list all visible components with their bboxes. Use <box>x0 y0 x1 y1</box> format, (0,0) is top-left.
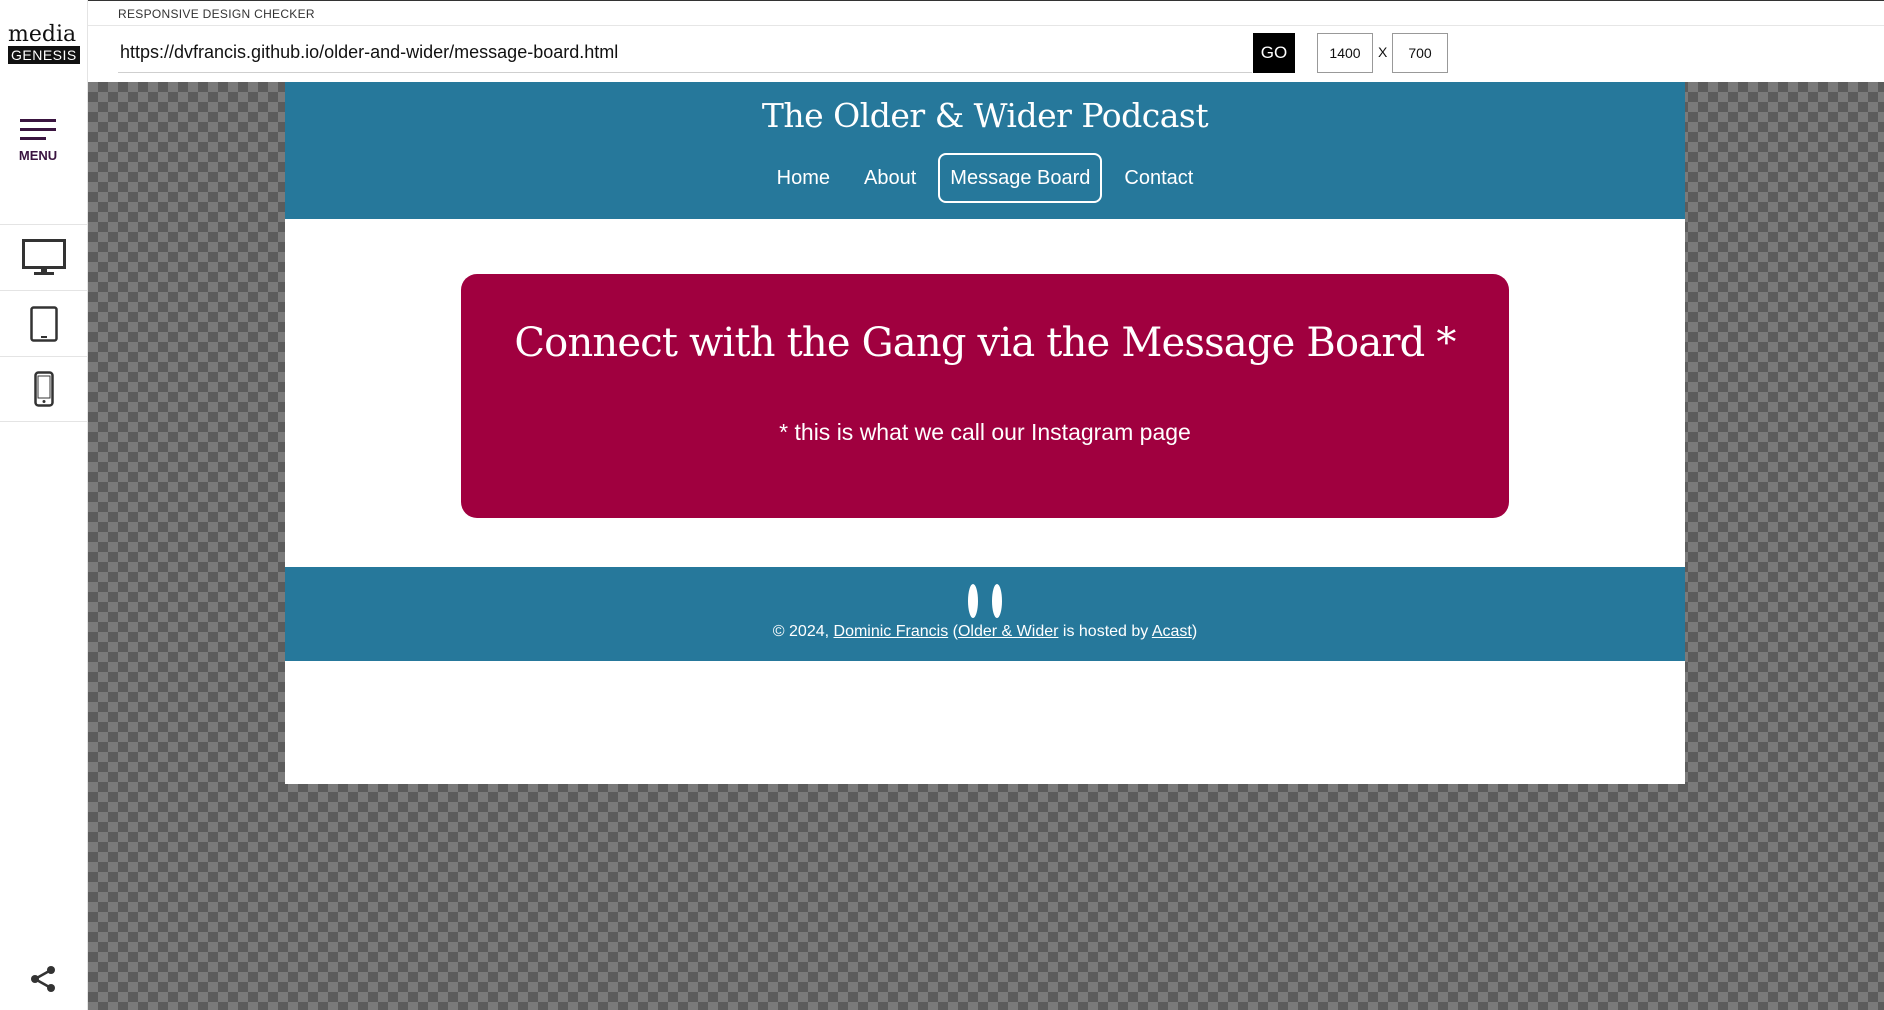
preview-viewport: The Older & Wider Podcast Home About Mes… <box>88 82 1884 1010</box>
toolbar-divider <box>88 25 1884 26</box>
menu-button[interactable]: MENU <box>0 118 76 163</box>
card-subtitle: * this is what we call our Instagram pag… <box>779 419 1191 445</box>
site-preview: The Older & Wider Podcast Home About Mes… <box>285 82 1685 784</box>
footer-open-paren: ( <box>948 623 958 640</box>
footer-text: © 2024, Dominic Francis (Older & Wider i… <box>285 623 1685 641</box>
site-nav: Home About Message Board Contact <box>285 153 1685 203</box>
toolbar: RESPONSIVE DESIGN CHECKER GO X <box>88 0 1884 82</box>
card-title: Connect with the Gang via the Message Bo… <box>514 320 1456 366</box>
site-header: The Older & Wider Podcast Home About Mes… <box>285 82 1685 219</box>
hamburger-icon <box>20 119 56 140</box>
menu-label: MENU <box>18 148 58 163</box>
desktop-icon <box>22 238 66 275</box>
author-link[interactable]: Dominic Francis <box>834 623 949 640</box>
mobile-view-button[interactable] <box>0 356 88 422</box>
dimension-separator: X <box>1378 44 1388 60</box>
desktop-view-button[interactable] <box>0 224 88 290</box>
site-title: The Older & Wider Podcast <box>761 96 1209 135</box>
nav-about[interactable]: About <box>852 153 928 203</box>
host-link[interactable]: Acast <box>1152 623 1192 640</box>
go-button[interactable]: GO <box>1253 33 1295 73</box>
site-footer: © 2024, Dominic Francis (Older & Wider i… <box>285 567 1685 661</box>
podcast-logo-icon <box>968 584 1002 618</box>
mobile-icon <box>34 371 54 407</box>
footer-hosted-text: is hosted by <box>1058 623 1152 640</box>
show-link[interactable]: Older & Wider <box>958 623 1058 640</box>
url-input[interactable] <box>118 33 1252 73</box>
share-button[interactable] <box>28 964 58 999</box>
footer-copyright: © 2024, <box>772 623 834 640</box>
nav-contact[interactable]: Contact <box>1112 153 1205 203</box>
sidebar: media GENESIS MENU <box>0 0 88 1010</box>
tablet-icon <box>30 305 58 342</box>
logo-text-top: media <box>8 22 77 47</box>
footer-close-paren: ) <box>1191 623 1198 640</box>
share-icon <box>31 966 55 992</box>
height-input[interactable] <box>1392 33 1448 73</box>
width-input[interactable] <box>1317 33 1373 73</box>
app-title: RESPONSIVE DESIGN CHECKER <box>118 7 315 21</box>
tablet-view-button[interactable] <box>0 290 88 356</box>
nav-home[interactable]: Home <box>765 153 842 203</box>
message-board-card: Connect with the Gang via the Message Bo… <box>461 274 1509 518</box>
media-genesis-logo[interactable]: media GENESIS <box>8 22 80 65</box>
logo-text-bottom: GENESIS <box>8 46 80 64</box>
nav-message-board[interactable]: Message Board <box>938 153 1103 203</box>
